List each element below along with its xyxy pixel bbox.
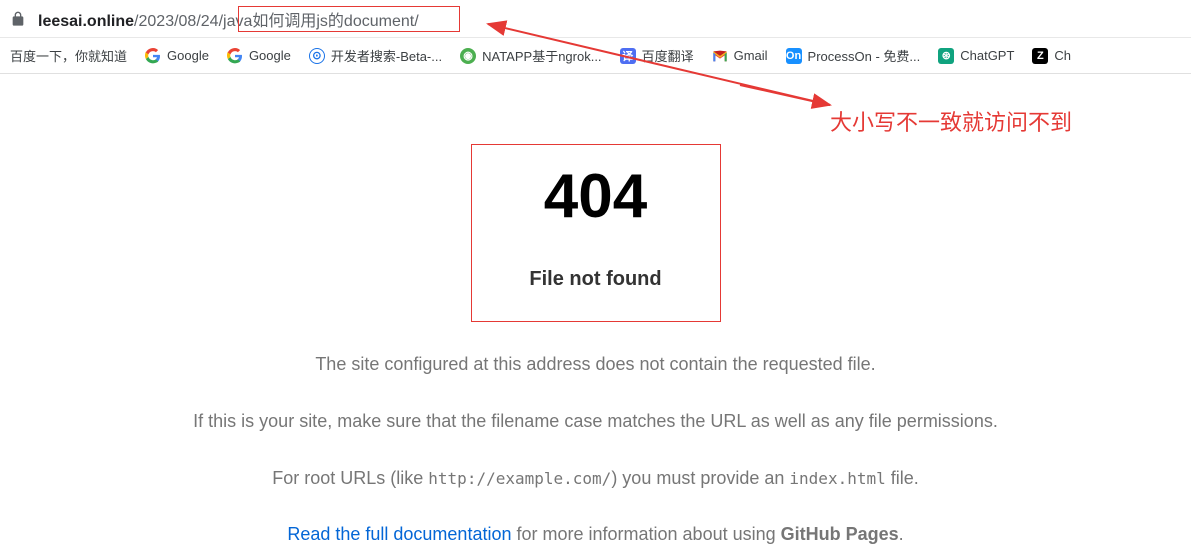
msg-text: . [899, 524, 904, 544]
bookmark-processon[interactable]: On ProcessOn - 免费... [786, 46, 921, 65]
bookmark-google-2[interactable]: Google [227, 48, 291, 64]
bookmark-ch[interactable]: Z Ch [1032, 48, 1071, 64]
bookmark-gmail[interactable]: Gmail [712, 48, 768, 64]
msg-line-1: The site configured at this address does… [20, 350, 1171, 379]
address-bar: leesai.online/2023/08/24/java如何调用js的docu… [0, 0, 1191, 38]
dev-search-icon: ⊙ [309, 48, 325, 64]
bookmark-label: ChatGPT [960, 48, 1014, 63]
fanyi-icon: 译 [620, 48, 636, 64]
bookmark-baidu-fanyi[interactable]: 译 百度翻译 [620, 46, 694, 65]
chatgpt-icon: ⊛ [938, 48, 954, 64]
msg-text: for more information about using [511, 524, 780, 544]
bookmark-chatgpt[interactable]: ⊛ ChatGPT [938, 48, 1014, 64]
error-text: File not found [529, 268, 661, 291]
bookmark-label: ProcessOn - 免费... [808, 46, 921, 65]
msg-text: ) you must provide an [611, 468, 789, 488]
ch-icon: Z [1032, 48, 1048, 64]
url-path: /2023/08/24/java如何调用js的document/ [134, 13, 419, 30]
bookmark-label: Google [167, 48, 209, 63]
msg-line-3: For root URLs (like http://example.com/)… [20, 464, 1171, 493]
bookmark-label: 开发者搜索-Beta-... [331, 46, 442, 65]
code-index-html: index.html [789, 469, 885, 488]
github-pages-text: GitHub Pages [781, 524, 899, 544]
bookmark-label: Gmail [734, 48, 768, 63]
bookmarks-bar: 百度一下，你就知道 Google Google ⊙ 开发者搜索-Beta-...… [0, 38, 1191, 74]
lock-icon [10, 11, 26, 27]
bookmark-label: NATAPP基于ngrok... [482, 46, 601, 65]
bookmark-dev-search[interactable]: ⊙ 开发者搜索-Beta-... [309, 46, 442, 65]
google-icon [227, 48, 243, 64]
url-domain: leesai.online [38, 13, 134, 30]
message-area: The site configured at this address does… [0, 350, 1191, 549]
error-box: 404 File not found [471, 144, 721, 322]
natapp-icon: ◉ [460, 48, 476, 64]
gmail-icon [712, 48, 728, 64]
msg-line-4: Read the full documentation for more inf… [20, 520, 1171, 549]
processon-icon: On [786, 48, 802, 64]
bookmark-natapp[interactable]: ◉ NATAPP基于ngrok... [460, 46, 601, 65]
bookmark-label: Google [249, 48, 291, 63]
bookmark-label: Ch [1054, 48, 1071, 63]
bookmark-baidu[interactable]: 百度一下，你就知道 [10, 46, 127, 65]
code-example-url: http://example.com/ [428, 469, 611, 488]
bookmark-label: 百度翻译 [642, 46, 694, 65]
google-icon [145, 48, 161, 64]
documentation-link[interactable]: Read the full documentation [287, 524, 511, 544]
bookmark-google-1[interactable]: Google [145, 48, 209, 64]
bookmark-label: 百度一下，你就知道 [10, 46, 127, 65]
msg-text: For root URLs (like [272, 468, 428, 488]
url-input[interactable]: leesai.online/2023/08/24/java如何调用js的docu… [38, 7, 419, 31]
msg-line-2: If this is your site, make sure that the… [20, 407, 1171, 436]
page-content: 404 File not found The site configured a… [0, 74, 1191, 549]
msg-text: file. [886, 468, 919, 488]
error-code: 404 [544, 166, 647, 228]
